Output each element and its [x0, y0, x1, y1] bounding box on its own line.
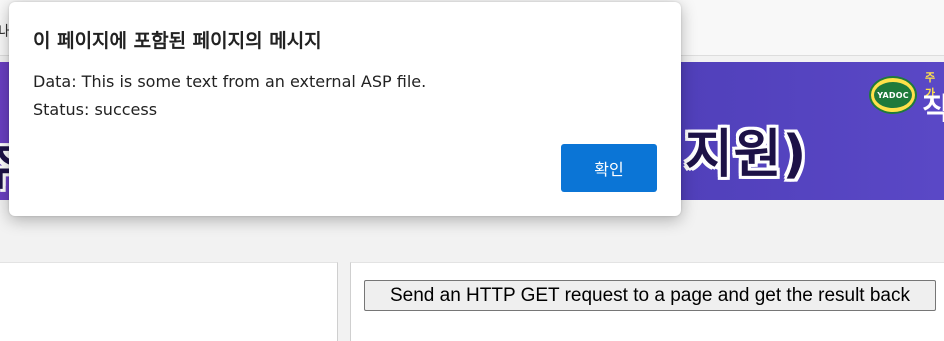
logo-big-text: 직 — [922, 92, 944, 127]
dialog-title: 이 페이지에 포함된 페이지의 메시지 — [33, 30, 322, 52]
yadoc-logo-icon: YADOC — [869, 76, 917, 114]
code-panel — [0, 262, 338, 341]
send-get-request-button[interactable]: Send an HTTP GET request to a page and g… — [364, 280, 936, 311]
yadoc-logo-label: YADOC — [874, 82, 912, 108]
dialog-message-data: Data: This is some text from an external… — [33, 72, 427, 91]
browser-page: 내 주 비지원) YADOC 주가 직 Send an HTTP GET req… — [0, 0, 944, 341]
dialog-message-status: Status: success — [33, 100, 158, 119]
ok-button[interactable]: 확인 — [561, 144, 657, 192]
alert-dialog: 이 페이지에 포함된 페이지의 메시지 Data: This is some t… — [9, 2, 681, 216]
